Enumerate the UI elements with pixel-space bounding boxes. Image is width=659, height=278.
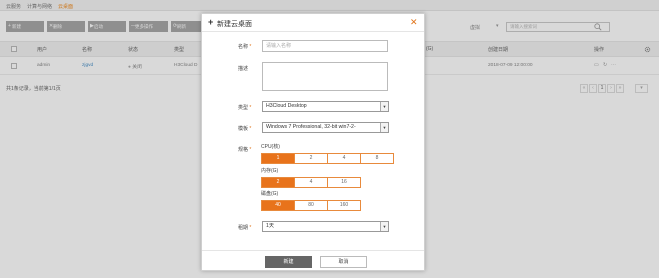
- type-label: 类型 *: [238, 105, 252, 111]
- memory-option[interactable]: 16: [327, 177, 361, 188]
- period-label: 租期 *: [238, 225, 252, 231]
- description-textarea[interactable]: [262, 62, 388, 91]
- dialog-footer: 新建 取消: [202, 250, 424, 271]
- dropdown-arrow-icon: ▼: [380, 222, 388, 231]
- cpu-label: CPU(核): [261, 144, 280, 150]
- create-button[interactable]: 新建: [265, 256, 312, 268]
- disk-label: 磁盘(G): [261, 191, 279, 197]
- cancel-button[interactable]: 取消: [320, 256, 367, 268]
- period-select[interactable]: 1天 ▼: [262, 221, 389, 232]
- type-select[interactable]: H3Cloud Desktop ▼: [262, 101, 389, 112]
- disk-options: 40 80 160: [261, 200, 361, 211]
- cpu-option[interactable]: 2: [294, 153, 328, 164]
- dropdown-arrow-icon: ▼: [380, 102, 388, 111]
- new-desktop-dialog: + 新建云桌面 ✕ 名称 * 请输入名称 描述 类型 * H3Cloud Des…: [201, 13, 425, 271]
- template-select[interactable]: Windows 7 Professional, 32-bit win7-2- ▼: [262, 122, 389, 133]
- plus-icon: +: [208, 17, 214, 27]
- cpu-options: 1 2 4 8: [261, 153, 394, 164]
- name-label: 名称 *: [238, 44, 252, 50]
- dialog-title: 新建云桌面: [217, 21, 252, 28]
- memory-option[interactable]: 2: [261, 177, 295, 188]
- close-icon[interactable]: ✕: [410, 17, 418, 27]
- template-label: 模板 *: [238, 126, 252, 132]
- disk-option[interactable]: 160: [327, 200, 361, 211]
- disk-option[interactable]: 40: [261, 200, 295, 211]
- dialog-header: + 新建云桌面 ✕: [202, 14, 424, 32]
- name-input[interactable]: 请输入名称: [262, 40, 388, 52]
- cpu-option[interactable]: 4: [327, 153, 361, 164]
- memory-option[interactable]: 4: [294, 177, 328, 188]
- cpu-option[interactable]: 8: [360, 153, 394, 164]
- memory-options: 2 4 16: [261, 177, 361, 188]
- spec-label: 规格 *: [238, 147, 252, 153]
- dropdown-arrow-icon: ▼: [380, 123, 388, 132]
- description-label: 描述: [238, 66, 249, 72]
- cpu-option[interactable]: 1: [261, 153, 295, 164]
- memory-label: 内存(G): [261, 168, 279, 174]
- disk-option[interactable]: 80: [294, 200, 328, 211]
